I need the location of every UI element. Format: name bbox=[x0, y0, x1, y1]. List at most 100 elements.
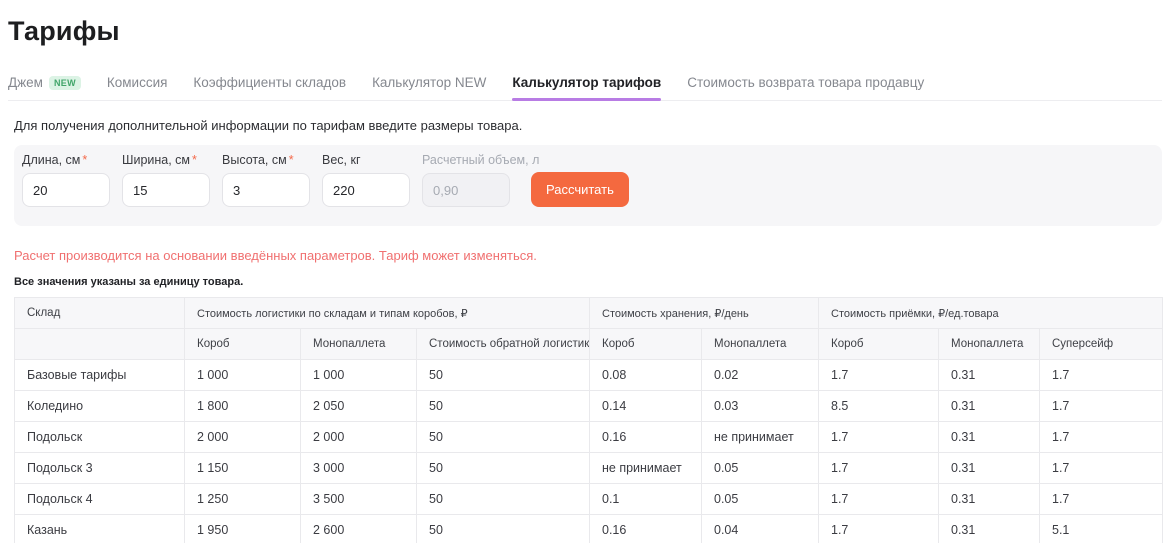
tab-return-cost-label: Стоимость возврата товара продавцу bbox=[687, 75, 924, 90]
cell: 0.31 bbox=[939, 515, 1040, 543]
height-field-group: Высота, см* bbox=[222, 153, 310, 207]
cell: 0.08 bbox=[590, 360, 702, 391]
tab-calculator-new[interactable]: Калькулятор NEW bbox=[372, 75, 486, 100]
length-input[interactable] bbox=[22, 173, 110, 207]
cell: 2 000 bbox=[185, 422, 301, 453]
table-row: Базовые тарифы 1 000 1 000 50 0.08 0.02 … bbox=[15, 360, 1163, 391]
cell: 0.31 bbox=[939, 484, 1040, 515]
subheader-supersafe: Суперсейф bbox=[1040, 329, 1163, 360]
width-field-group: Ширина, см* bbox=[122, 153, 210, 207]
height-label: Высота, см* bbox=[222, 153, 310, 167]
cell: 1.7 bbox=[1040, 422, 1163, 453]
required-asterisk: * bbox=[192, 153, 197, 167]
cell: 50 bbox=[417, 484, 590, 515]
tariffs-page: Тарифы Джем NEW Комиссия Коэффициенты ск… bbox=[0, 16, 1176, 543]
length-field-group: Длина, см* bbox=[22, 153, 110, 207]
note-text: Все значения указаны за единицу товара. bbox=[14, 276, 1162, 288]
page-title: Тарифы bbox=[8, 16, 1162, 47]
cell: 50 bbox=[417, 453, 590, 484]
subheader-storage-box: Короб bbox=[590, 329, 702, 360]
weight-field-group: Вес, кг bbox=[322, 153, 410, 207]
cell: 1.7 bbox=[819, 422, 939, 453]
cell: 0.31 bbox=[939, 360, 1040, 391]
tab-warehouse-coefficients-label: Коэффициенты складов bbox=[193, 75, 346, 90]
cell: 50 bbox=[417, 422, 590, 453]
tariffs-table: Склад Стоимость логистики по складам и т… bbox=[14, 297, 1163, 543]
cell: 1 000 bbox=[185, 360, 301, 391]
cell: 0.05 bbox=[702, 484, 819, 515]
cell: 0.14 bbox=[590, 391, 702, 422]
cell: 0.31 bbox=[939, 391, 1040, 422]
cell: 1 800 bbox=[185, 391, 301, 422]
subheader-logistics-monopallet: Монопаллета bbox=[301, 329, 417, 360]
tab-tariff-calculator[interactable]: Калькулятор тарифов bbox=[512, 75, 661, 100]
table-row: Коледино 1 800 2 050 50 0.14 0.03 8.5 0.… bbox=[15, 391, 1163, 422]
required-asterisk: * bbox=[82, 153, 87, 167]
cell: 0.31 bbox=[939, 453, 1040, 484]
volume-field-group: Расчетный объем, л bbox=[422, 153, 510, 207]
table-row: Подольск 4 1 250 3 500 50 0.1 0.05 1.7 0… bbox=[15, 484, 1163, 515]
tab-jam-label: Джем bbox=[8, 75, 43, 90]
description: Для получения дополнительной информации … bbox=[14, 118, 1162, 133]
warehouse-name: Подольск 3 bbox=[15, 453, 185, 484]
warehouse-name: Подольск bbox=[15, 422, 185, 453]
table-row: Казань 1 950 2 600 50 0.16 0.04 1.7 0.31… bbox=[15, 515, 1163, 543]
cell: 2 050 bbox=[301, 391, 417, 422]
cell: 50 bbox=[417, 391, 590, 422]
cell: 3 500 bbox=[301, 484, 417, 515]
cell: 2 600 bbox=[301, 515, 417, 543]
cell: 1.7 bbox=[819, 484, 939, 515]
acceptance-group-header: Стоимость приёмки, ₽/ед.товара bbox=[819, 298, 1163, 329]
cell: 1.7 bbox=[819, 360, 939, 391]
weight-label: Вес, кг bbox=[322, 153, 410, 167]
cell: 0.16 bbox=[590, 422, 702, 453]
cell: 50 bbox=[417, 360, 590, 391]
tab-return-cost[interactable]: Стоимость возврата товара продавцу bbox=[687, 75, 924, 100]
warehouse-column-header: Склад bbox=[15, 298, 185, 329]
new-badge: NEW bbox=[49, 76, 81, 90]
tab-jam[interactable]: Джем NEW bbox=[8, 75, 81, 100]
warehouse-name: Казань bbox=[15, 515, 185, 543]
width-input[interactable] bbox=[122, 173, 210, 207]
width-label: Ширина, см* bbox=[122, 153, 210, 167]
cell: 0.16 bbox=[590, 515, 702, 543]
cell: 1.7 bbox=[1040, 453, 1163, 484]
cell: 1.7 bbox=[1040, 391, 1163, 422]
cell: 1.7 bbox=[819, 515, 939, 543]
subheader-acceptance-monopallet: Монопаллета bbox=[939, 329, 1040, 360]
cell: 1 150 bbox=[185, 453, 301, 484]
cell: 0.05 bbox=[702, 453, 819, 484]
cell: 1 950 bbox=[185, 515, 301, 543]
height-input[interactable] bbox=[222, 173, 310, 207]
cell: 0.31 bbox=[939, 422, 1040, 453]
tab-warehouse-coefficients[interactable]: Коэффициенты складов bbox=[193, 75, 346, 100]
warehouse-name: Коледино bbox=[15, 391, 185, 422]
calculate-button[interactable]: Рассчитать bbox=[531, 172, 629, 207]
tab-commission-label: Комиссия bbox=[107, 75, 168, 90]
warehouse-name: Базовые тарифы bbox=[15, 360, 185, 391]
table-subheader-row: Короб Монопаллета Стоимость обратной лог… bbox=[15, 329, 1163, 360]
tab-commission[interactable]: Комиссия bbox=[107, 75, 168, 100]
weight-input[interactable] bbox=[322, 173, 410, 207]
volume-input bbox=[422, 173, 510, 207]
cell: 8.5 bbox=[819, 391, 939, 422]
storage-group-header: Стоимость хранения, ₽/день bbox=[590, 298, 819, 329]
empty-subheader bbox=[15, 329, 185, 360]
subheader-storage-monopallet: Монопаллета bbox=[702, 329, 819, 360]
cell: 1.7 bbox=[1040, 484, 1163, 515]
required-asterisk: * bbox=[289, 153, 294, 167]
cell: 1.7 bbox=[1040, 360, 1163, 391]
tab-tariff-calculator-label: Калькулятор тарифов bbox=[512, 75, 661, 90]
tab-calculator-new-label: Калькулятор NEW bbox=[372, 75, 486, 90]
tabs-bar: Джем NEW Комиссия Коэффициенты складов К… bbox=[8, 75, 1162, 101]
logistics-group-header: Стоимость логистики по складам и типам к… bbox=[185, 298, 590, 329]
length-label: Длина, см* bbox=[22, 153, 110, 167]
warning-text: Расчет производится на основании введённ… bbox=[14, 248, 1162, 263]
cell: 1 000 bbox=[301, 360, 417, 391]
cell: не принимает bbox=[590, 453, 702, 484]
subheader-logistics-box: Короб bbox=[185, 329, 301, 360]
cell: 0.03 bbox=[702, 391, 819, 422]
cell: 1.7 bbox=[819, 453, 939, 484]
cell: не принимает bbox=[702, 422, 819, 453]
calculator-panel: Длина, см* Ширина, см* Высота, см* Вес, … bbox=[14, 145, 1162, 226]
